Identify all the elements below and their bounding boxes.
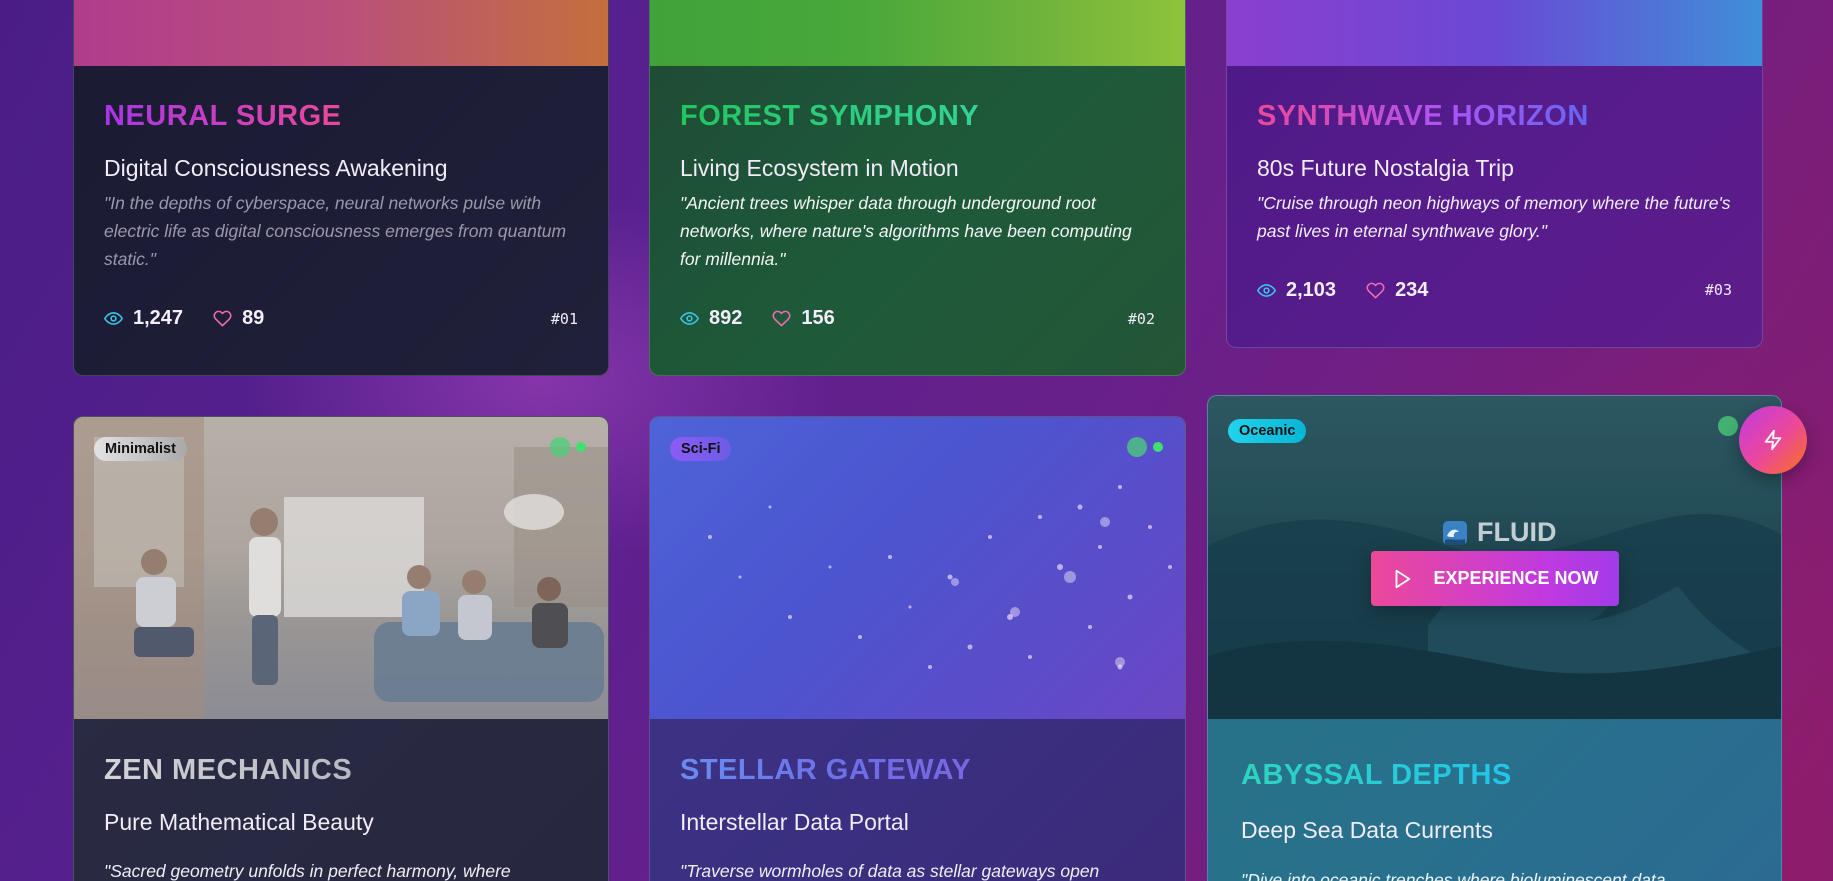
card-stats: 1,247 89 <box>104 307 264 330</box>
eye-icon <box>680 312 699 325</box>
wave-icon <box>1443 520 1467 545</box>
card-image <box>74 0 608 66</box>
eye-icon <box>104 312 123 325</box>
status-dot <box>1718 416 1738 436</box>
fluid-label: FLUID <box>1441 517 1556 548</box>
card-synthwave-horizon[interactable]: SYNTHWAVE HORIZON 80s Future Nostalgia T… <box>1226 0 1763 348</box>
card-number: #01 <box>550 310 578 328</box>
card-abyssal-depths[interactable]: Oceanic FLUID EXPERIENCE NOW ABYSSAL DEP… <box>1207 395 1782 881</box>
views-count: 892 <box>709 307 743 329</box>
eye-icon <box>1257 284 1276 297</box>
status-dot <box>550 437 570 457</box>
views-count: 2,103 <box>1286 279 1337 301</box>
card-number: #02 <box>1127 310 1155 328</box>
card-description: "In the depths of cyberspace, neural net… <box>104 193 567 269</box>
card-description: "Ancient trees whisper data through unde… <box>680 193 1132 269</box>
heart-icon[interactable] <box>213 309 232 328</box>
likes-count: 234 <box>1395 279 1429 301</box>
status-dot <box>1127 437 1147 457</box>
category-tag: Minimalist <box>94 437 187 461</box>
likes-stat[interactable]: 156 <box>772 307 835 330</box>
card-subtitle: Living Ecosystem in Motion <box>680 155 959 181</box>
card-title: NEURAL SURGE <box>104 100 342 132</box>
status-dot-small <box>1153 442 1163 452</box>
card-title: FOREST SYMPHONY <box>680 100 980 132</box>
card-title: STELLAR GATEWAY <box>680 754 972 786</box>
status-dot-small <box>576 442 586 452</box>
card-neural-surge[interactable]: NEURAL SURGE Digital Consciousness Awake… <box>73 0 609 376</box>
card-subtitle: Interstellar Data Portal <box>680 809 909 835</box>
card-description: "Cruise through neon highways of memory … <box>1257 193 1731 241</box>
card-description: "Traverse wormholes of data as stellar g… <box>680 861 1100 881</box>
views-stat: 1,247 <box>104 307 183 330</box>
category-tag: Sci-Fi <box>670 437 732 461</box>
card-title: SYNTHWAVE HORIZON <box>1257 100 1589 132</box>
views-stat: 2,103 <box>1257 279 1336 302</box>
experience-now-button[interactable]: EXPERIENCE NOW <box>1371 551 1619 606</box>
card-subtitle: Deep Sea Data Currents <box>1241 817 1493 843</box>
overlay-label: FLUID <box>1477 517 1557 547</box>
card-image <box>650 0 1185 66</box>
card-image <box>1227 0 1762 66</box>
heart-icon[interactable] <box>772 309 791 328</box>
card-title: ZEN MECHANICS <box>104 754 353 786</box>
office-scene-illustration <box>74 417 608 719</box>
card-subtitle: 80s Future Nostalgia Trip <box>1257 155 1514 181</box>
card-number: #03 <box>1704 281 1732 299</box>
card-stats: 2,103 234 <box>1257 279 1428 302</box>
play-icon <box>1396 569 1411 588</box>
card-forest-symphony[interactable]: FOREST SYMPHONY Living Ecosystem in Moti… <box>649 0 1186 376</box>
city-lights-illustration <box>708 485 1172 670</box>
views-stat: 892 <box>680 307 742 330</box>
card-subtitle: Pure Mathematical Beauty <box>104 809 374 835</box>
card-subtitle: Digital Consciousness Awakening <box>104 155 448 181</box>
card-stellar-gateway[interactable]: Sci-Fi STELLAR GATEWAY Interstellar Data… <box>649 416 1186 881</box>
lightning-action-button[interactable] <box>1739 406 1807 474</box>
heart-icon[interactable] <box>1366 281 1385 300</box>
likes-count: 89 <box>242 307 265 329</box>
card-stats: 892 156 <box>680 307 835 330</box>
category-tag: Oceanic <box>1228 419 1307 443</box>
night-earth-map-image <box>650 417 1185 719</box>
office-team-image <box>74 417 608 719</box>
card-description: "Sacred geometry unfolds in perfect harm… <box>104 861 511 881</box>
lightning-icon <box>1764 429 1782 451</box>
likes-stat[interactable]: 89 <box>213 307 264 330</box>
likes-count: 156 <box>801 307 835 329</box>
cta-label: EXPERIENCE NOW <box>1433 568 1599 588</box>
card-title: ABYSSAL DEPTHS <box>1241 759 1512 791</box>
status-indicator <box>550 437 586 457</box>
card-description: "Dive into oceanic trenches where biolum… <box>1241 870 1666 881</box>
status-indicator <box>1127 437 1163 457</box>
views-count: 1,247 <box>133 307 184 329</box>
likes-stat[interactable]: 234 <box>1366 279 1428 302</box>
card-zen-mechanics[interactable]: Minimalist ZEN MECHANICS Pure Mathematic… <box>73 416 609 881</box>
